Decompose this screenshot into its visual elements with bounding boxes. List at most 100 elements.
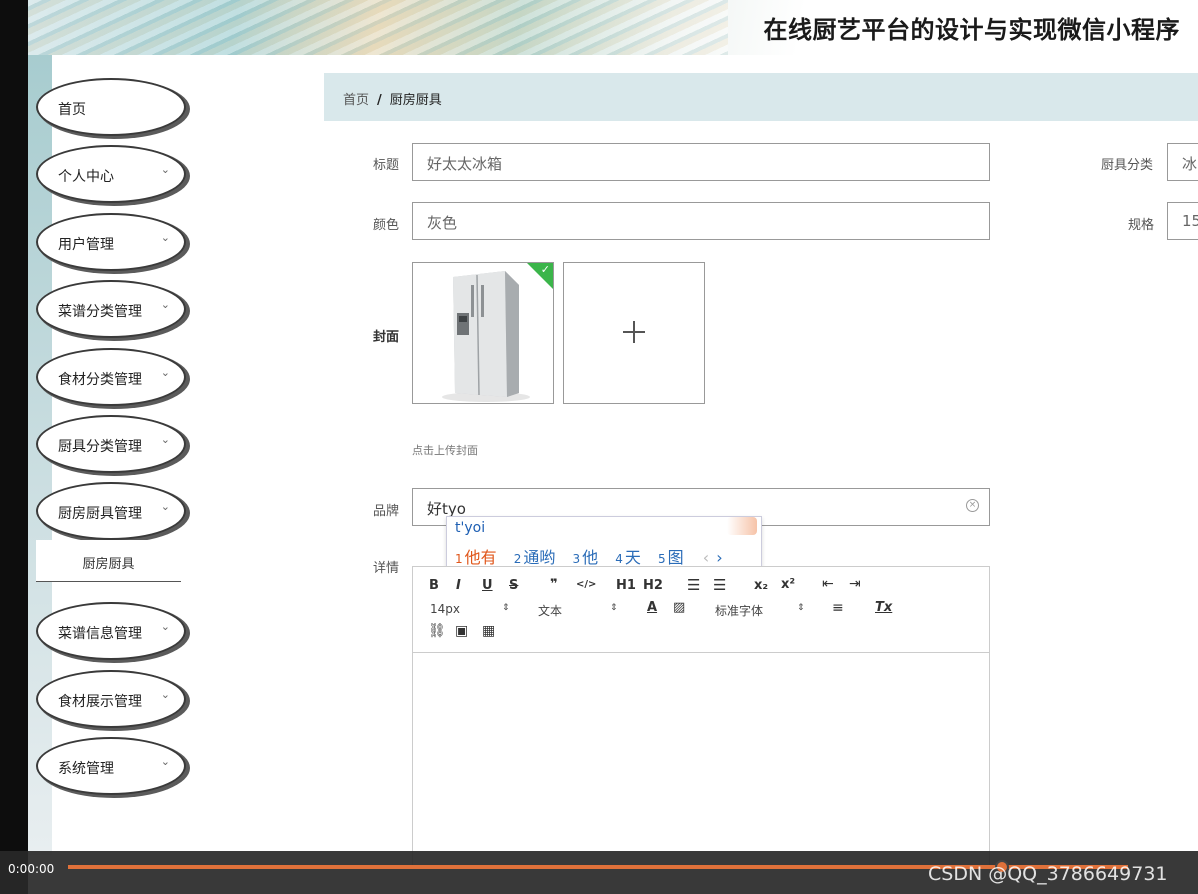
sidebar-item-label: 首页 [58,102,86,118]
editor-content-area[interactable] [413,654,989,864]
video-icon[interactable]: ▦ [482,623,495,639]
editor-toolbar: B I U S ❞ </> H1 H2 ☰ ☰ x₂ x² ⇤ ⇥ 14px ⇕ … [413,567,989,653]
color-input[interactable]: 灰色 [412,202,990,240]
sidebar-item-user-management[interactable]: 用户管理 ⌄ [36,213,186,271]
sidebar-item-label: 用户管理 [58,237,114,253]
blockquote-button[interactable]: ❞ [550,577,558,592]
sidebar-item-recipe-category[interactable]: 菜谱分类管理 ⌄ [36,280,186,338]
underline-button[interactable]: U [482,578,493,593]
sidebar-item-system[interactable]: 系统管理 ⌄ [36,737,186,795]
header-banner: 在线厨艺平台的设计与实现微信小程序 [28,0,1198,55]
align-icon[interactable]: ≡ [832,600,844,616]
text-type-select[interactable]: 文本 ⇕ [538,602,618,619]
sidebar-item-ingredient-category[interactable]: 食材分类管理 ⌄ [36,348,186,406]
ime-prev-page-icon[interactable]: ‹ [703,548,709,567]
rich-text-editor: B I U S ❞ </> H1 H2 ☰ ☰ x₂ x² ⇤ ⇥ 14px ⇕ … [412,566,990,866]
ime-candidate[interactable]: 3他 [573,548,599,567]
bold-button[interactable]: B [429,578,439,593]
left-black-strip [0,0,28,894]
chevron-down-icon: ⌄ [160,688,170,701]
category-select[interactable]: 冰 [1167,143,1198,181]
ime-candidate-list: 1 他有 2 通哟 3他 4天 5图 ‹ › [455,544,723,568]
sidebar-item-ingredient-display[interactable]: 食材展示管理 ⌄ [36,670,186,728]
sidebar-item-label: 厨具分类管理 [58,439,142,455]
chevron-down-icon: ⌄ [160,231,170,244]
chevron-down-icon: ⌄ [160,500,170,513]
strike-button[interactable]: S [509,578,518,593]
page-title: 在线厨艺平台的设计与实现微信小程序 [763,16,1180,44]
font-family-select[interactable]: 标准字体 ⇕ [715,602,805,619]
sidebar-item-label: 食材分类管理 [58,372,142,388]
code-block-button[interactable]: </> [576,579,596,590]
cover-upload-button[interactable] [563,262,705,404]
sidebar-item-label: 个人中心 [58,169,114,185]
cover-label: 封面 [373,330,400,345]
plus-icon [623,321,645,343]
breadcrumb-separator: / [377,93,382,108]
sidebar-item-label: 菜谱分类管理 [58,304,142,320]
chevron-down-icon: ⌄ [160,620,170,633]
sidebar-subitem-kitchen-cookware[interactable]: 厨房厨具 [36,540,181,582]
clear-format-button[interactable]: Tx [875,600,892,615]
chevron-down-icon: ⌄ [160,163,170,176]
detail-label: 详情 [373,561,400,576]
sidebar-subitem-label: 厨房厨具 [82,557,135,572]
category-label: 厨具分类 [1101,158,1154,173]
brand-label: 品牌 [373,504,400,519]
breadcrumb-home[interactable]: 首页 [343,93,369,108]
sidebar-item-label: 厨房厨具管理 [58,506,142,522]
spec-label: 规格 [1128,218,1155,233]
sidebar-item-cookware-category[interactable]: 厨具分类管理 ⌄ [36,415,186,473]
breadcrumb-current: 厨房厨具 [389,93,442,108]
ime-next-page-icon[interactable]: › [716,548,722,567]
ime-candidate[interactable]: 1 他有 [455,548,497,567]
ime-candidate[interactable]: 2 通哟 [514,548,556,567]
sidebar-item-label: 系统管理 [58,761,114,777]
csdn-watermark: CSDN @QQ_3786649731 [928,863,1168,885]
cover-image-thumbnail[interactable]: ✓ [412,262,554,404]
select-arrow-icon: ⇕ [797,603,805,613]
sidebar-item-label: 菜谱信息管理 [58,626,142,642]
title-input[interactable]: 好太太冰箱 [412,143,990,181]
image-icon[interactable]: ▣ [455,623,468,639]
spec-input[interactable]: 15 [1167,202,1198,240]
select-arrow-icon: ⇕ [502,603,510,613]
background-color-icon[interactable]: ▨ [673,600,685,615]
sidebar-item-kitchen-cookware[interactable]: 厨房厨具管理 ⌄ [36,482,186,540]
ime-candidate[interactable]: 5图 [658,548,684,567]
video-time: 0:00:00 [8,862,55,876]
link-icon[interactable]: ⛓ [428,623,446,639]
ime-candidate-popup: t'yoi 1 他有 2 通哟 3他 4天 5图 ‹ › [446,516,762,570]
chevron-down-icon: ⌄ [160,298,170,311]
title-label: 标题 [373,158,400,173]
superscript-button[interactable]: x² [781,577,795,592]
sidebar-item-recipe-info[interactable]: 菜谱信息管理 ⌄ [36,602,186,660]
chevron-down-icon: ⌄ [160,755,170,768]
italic-button[interactable]: I [456,578,461,593]
font-size-select[interactable]: 14px ⇕ [430,602,510,616]
outdent-icon[interactable]: ⇤ [822,576,834,592]
chevron-down-icon: ⌄ [160,366,170,379]
sidebar-item-home[interactable]: 首页 [36,78,186,136]
sidebar-item-personal-center[interactable]: 个人中心 ⌄ [36,145,186,203]
font-color-button[interactable]: A [647,600,657,615]
select-arrow-icon: ⇕ [610,603,618,613]
ime-composition: t'yoi [455,520,486,536]
chevron-down-icon: ⌄ [160,433,170,446]
header2-button[interactable]: H2 [643,578,663,593]
bullet-list-icon[interactable]: ☰ [713,576,726,594]
ordered-list-icon[interactable]: ☰ [687,576,700,594]
ime-candidate[interactable]: 4天 [615,548,641,567]
header1-button[interactable]: H1 [616,578,636,593]
breadcrumb: 首页 / 厨房厨具 [324,73,1198,121]
subscript-button[interactable]: x₂ [754,578,768,593]
video-player-bar: 0:00:00 CSDN @QQ_3786649731 [0,851,1198,894]
app-window: 在线厨艺平台的设计与实现微信小程序 首页 个人中心 ⌄ 用户管理 ⌄ 菜谱分类管… [0,0,1198,894]
header-texture [28,0,728,55]
cover-hint: 点击上传封面 [412,444,478,457]
ime-logo-icon [727,517,757,535]
sidebar-item-label: 食材展示管理 [58,694,142,710]
check-icon: ✓ [540,263,550,276]
clear-icon[interactable]: × [966,499,979,512]
indent-icon[interactable]: ⇥ [849,576,861,592]
